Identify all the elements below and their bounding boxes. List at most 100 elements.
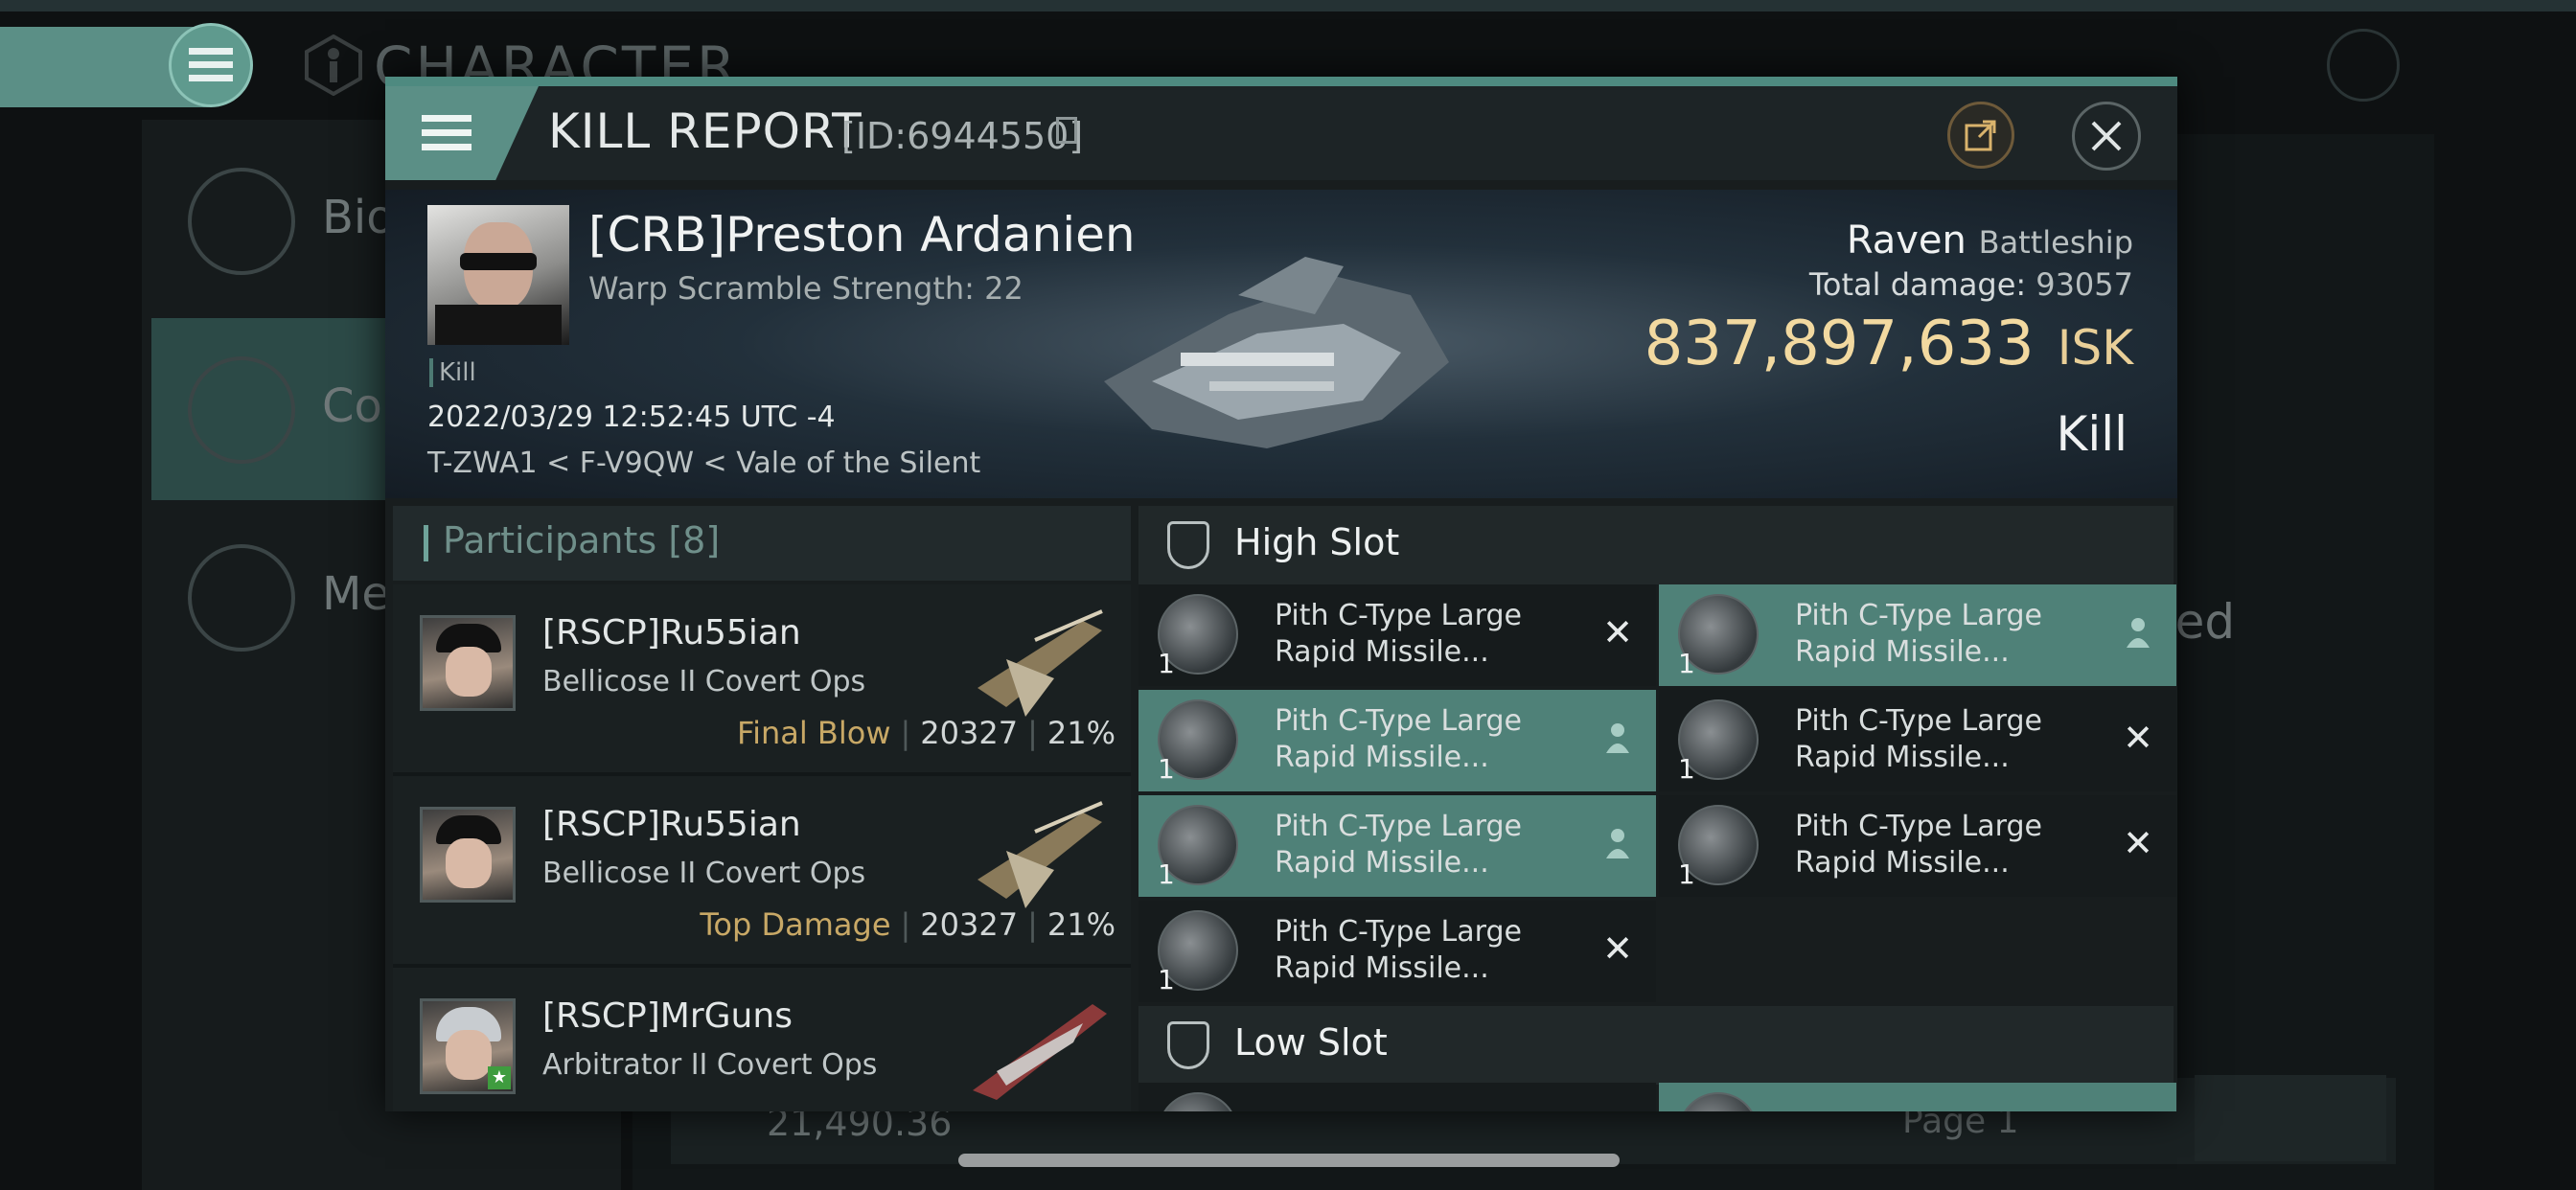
slot-item-partial[interactable]	[1659, 1083, 2176, 1111]
sidebar-item-label: Bio	[322, 191, 395, 244]
victim-ship: Raven Battleship	[1847, 218, 2133, 263]
person-icon	[1606, 723, 1629, 753]
sidebar-item-label: Co	[322, 379, 382, 433]
copy-icon[interactable]	[1056, 117, 1077, 144]
slot-item-partial[interactable]	[1138, 1083, 1656, 1111]
background-close-button[interactable]	[2327, 29, 2400, 102]
participant-name[interactable]: [RSCP]Ru55ian	[542, 613, 801, 652]
crossed-swords-icon	[188, 356, 295, 464]
item-name: Pith C-Type Large Rapid Missile...	[1795, 704, 2042, 774]
participant-ship: Arbitrator II Covert Ops	[542, 1048, 878, 1082]
participants-count: [8]	[668, 519, 721, 561]
low-slot-icon	[1167, 1021, 1209, 1069]
participant-percent: 21%	[1046, 906, 1116, 943]
close-icon	[2091, 121, 2122, 151]
isk-amount: 837,897,633	[1644, 309, 2035, 379]
hamburger-icon	[189, 48, 233, 81]
slot-item[interactable]: 1 Pith C-Type Large Rapid Missile...	[1138, 795, 1656, 897]
item-quantity: 1	[1678, 753, 1695, 785]
close-button[interactable]	[2072, 102, 2141, 171]
slot-item[interactable]: 1 Pith C-Type Large Rapid Missile...	[1138, 690, 1656, 791]
victim-name[interactable]: [CRB]Preston Ardanien	[588, 207, 1136, 263]
participants-label: Participants	[443, 519, 657, 561]
person-icon	[1606, 829, 1629, 858]
participant-avatar[interactable]: ★	[420, 998, 516, 1094]
slot-item[interactable]: 1 Pith C-Type Large Rapid Missile... ✕	[1659, 795, 2176, 897]
modal-title: KILL REPORT	[548, 103, 862, 159]
high-slot-header: High Slot	[1138, 506, 2174, 584]
low-slot-header: Low Slot	[1138, 1006, 2174, 1085]
character-icon	[305, 34, 362, 96]
participant-row[interactable]: [RSCP]Ru55ian Bellicose II Covert Ops Fi…	[393, 584, 1131, 776]
kill-result: Kill	[2056, 406, 2128, 462]
item-quantity: 1	[1158, 858, 1175, 890]
x-icon: ✕	[1602, 927, 1633, 970]
sidebar-item-label: Me	[322, 567, 390, 621]
participant-avatar[interactable]	[420, 807, 516, 903]
item-name: Pith C-Type Large Rapid Missile...	[1275, 704, 1522, 774]
participant-row[interactable]: [RSCP]Ru55ian Bellicose II Covert Ops To…	[393, 776, 1131, 968]
item-quantity: 1	[1678, 648, 1695, 679]
x-icon: ✕	[2123, 717, 2153, 759]
isk-unit: ISK	[2057, 320, 2133, 376]
total-damage-label: Total damage:	[1808, 266, 2027, 303]
participant-ship-image[interactable]	[968, 793, 1112, 918]
participant-damage: 20327	[920, 715, 1019, 751]
background-menu-button[interactable]	[169, 23, 253, 107]
item-name: Pith C-Type Large Rapid Missile...	[1275, 599, 1522, 669]
low-slot-title: Low Slot	[1234, 1021, 1388, 1064]
total-damage: Total damage: 93057	[1809, 266, 2133, 303]
x-icon: ✕	[2123, 822, 2153, 864]
participant-ship: Bellicose II Covert Ops	[542, 665, 866, 698]
person-icon	[2127, 618, 2150, 648]
modal-accent-line	[385, 77, 2177, 86]
victim-banner: [CRB]Preston Ardanien Warp Scramble Stre…	[385, 190, 2177, 498]
home-indicator[interactable]	[958, 1154, 1620, 1167]
kill-report-modal: KILL REPORT [ID:6944550] [CRB]Preston Ar…	[385, 77, 2177, 1111]
modal-menu-button[interactable]	[385, 86, 539, 180]
ship-class: Battleship	[1978, 224, 2133, 261]
participant-stats: Final Blow | 20327 | 21%	[737, 715, 1116, 751]
bio-icon	[188, 168, 295, 275]
top-damage-tag: Top Damage	[700, 906, 891, 943]
item-name: Pith C-Type Large Rapid Missile...	[1795, 810, 2042, 880]
kill-report-id: [ID:6944550]	[841, 115, 1084, 157]
participant-name[interactable]: [RSCP]Ru55ian	[542, 805, 801, 844]
module-icon	[1678, 1092, 1759, 1111]
item-quantity: 1	[1678, 858, 1695, 890]
ship-name[interactable]: Raven	[1847, 218, 1966, 263]
modal-header: KILL REPORT [ID:6944550]	[385, 86, 2177, 180]
isk-value: 837,897,633 ISK	[1644, 309, 2133, 379]
star-badge-icon: ★	[488, 1066, 511, 1089]
item-name: Pith C-Type Large Rapid Missile...	[1795, 599, 2042, 669]
participants-header: Participants [8]	[393, 506, 1131, 581]
participant-avatar[interactable]	[420, 615, 516, 711]
share-icon	[1965, 120, 1996, 151]
slot-item[interactable]: 1 Pith C-Type Large Rapid Missile... ✕	[1138, 584, 1656, 686]
warp-scramble-strength: Warp Scramble Strength: 22	[588, 270, 1024, 307]
victim-ship-image[interactable]	[1094, 238, 1459, 458]
participant-ship-image[interactable]	[968, 602, 1112, 726]
total-damage-value: 93057	[2036, 266, 2133, 303]
slot-item[interactable]: 1 Pith C-Type Large Rapid Missile... ✕	[1659, 690, 2176, 791]
participant-percent: 21%	[1046, 715, 1116, 751]
high-slot-title: High Slot	[1234, 521, 1400, 563]
victim-portrait[interactable]	[427, 205, 569, 345]
participant-ship-image[interactable]	[968, 985, 1112, 1110]
participant-row[interactable]: ★ [RSCP]MrGuns Arbitrator II Covert Ops	[393, 968, 1131, 1111]
participant-name[interactable]: [RSCP]MrGuns	[542, 996, 793, 1036]
slot-item[interactable]: 1 Pith C-Type Large Rapid Missile... ✕	[1138, 901, 1656, 1002]
share-button[interactable]	[1947, 102, 2014, 169]
item-quantity: 1	[1158, 753, 1175, 785]
item-name: Pith C-Type Large Rapid Missile...	[1275, 915, 1522, 985]
kill-tag: Kill	[429, 358, 476, 387]
background-filter-button[interactable]	[2195, 1075, 2386, 1161]
kill-location[interactable]: T-ZWA1 < F-V9QW < Vale of the Silent	[427, 446, 980, 480]
top-status-bar	[0, 0, 2576, 11]
slot-item[interactable]: 1 Pith C-Type Large Rapid Missile...	[1659, 584, 2176, 686]
module-icon	[1158, 1092, 1238, 1111]
participant-ship: Bellicose II Covert Ops	[542, 857, 866, 890]
high-slot-icon	[1167, 521, 1209, 569]
participant-damage: 20327	[920, 906, 1019, 943]
star-icon	[188, 544, 295, 652]
